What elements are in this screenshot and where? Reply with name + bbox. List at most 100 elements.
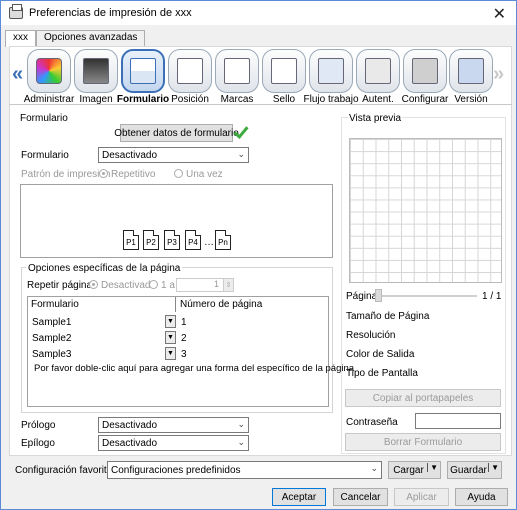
favorites-value: Configuraciones predefinidos <box>111 464 241 476</box>
page-icon: P2 <box>143 230 159 250</box>
page-icon: P3 <box>164 230 180 250</box>
epilogo-select[interactable]: Desactivado ⌄ <box>98 435 249 451</box>
radio-icon <box>149 280 158 289</box>
function-toolbar: Administrar Imagen Formulario Posición M… <box>24 47 495 107</box>
save-button[interactable]: Guardar ▼ <box>447 461 502 479</box>
chevron-down-icon: ⌄ <box>237 419 245 429</box>
page-label: Pn <box>218 238 228 247</box>
favorites-label: Configuración favorita <box>15 465 113 476</box>
page-slider-track <box>375 295 477 297</box>
save-dropdown-icon[interactable]: ▼ <box>488 463 499 472</box>
repeat-count-spinner[interactable]: 1 <box>176 278 224 292</box>
toolbar-button-administrar[interactable] <box>27 49 71 93</box>
page-count: 1 / 1 <box>482 291 502 302</box>
repeat-option-range-label: 1 a <box>161 280 175 291</box>
delete-form-button[interactable]: Borrar Formulario <box>345 433 501 451</box>
epilogo-label: Epílogo <box>21 438 55 449</box>
scroll-left-icon[interactable]: « <box>12 63 23 86</box>
table-row-name[interactable]: Sample2 <box>32 333 71 344</box>
chevron-down-icon[interactable]: ▼ <box>165 331 176 344</box>
radio-icon <box>89 280 98 289</box>
chevron-down-icon: ⌄ <box>370 463 378 473</box>
column-header-formulario[interactable]: Formulario <box>31 299 79 310</box>
preview-grid <box>349 138 502 283</box>
password-label: Contraseña <box>346 417 398 428</box>
chevron-down-icon[interactable]: ▼ <box>165 347 176 360</box>
toolbar-button-flujo-trabajo[interactable] <box>309 49 353 93</box>
toolbar-button-marcas[interactable] <box>215 49 259 93</box>
add-form-hint[interactable]: Por favor doble-clic aquí para agregar u… <box>34 363 354 374</box>
close-icon[interactable]: ✕ <box>493 4 506 24</box>
chevron-down-icon: ⌄ <box>237 437 245 447</box>
prologo-select[interactable]: Desactivado ⌄ <box>98 417 249 433</box>
formulario-select[interactable]: Desactivado ⌄ <box>98 147 249 163</box>
save-label: Guardar <box>450 464 487 476</box>
apply-button[interactable]: Aplicar <box>394 488 449 506</box>
get-form-data-button[interactable]: Obtener datos de formulario <box>114 124 239 142</box>
imagen-icon <box>83 58 109 84</box>
table-row-page[interactable]: 1 <box>181 317 187 328</box>
table-row-page[interactable]: 2 <box>181 333 187 344</box>
paper-size-label: Tamaño de Página <box>346 311 430 322</box>
table-row-name[interactable]: Sample3 <box>32 349 71 360</box>
version-icon <box>458 58 484 84</box>
page-label: P2 <box>146 238 156 247</box>
repeat-option-desactivado[interactable]: Desactivado <box>89 280 156 291</box>
toolbar-button-imagen[interactable] <box>74 49 118 93</box>
epilogo-value: Desactivado <box>102 437 158 449</box>
posicion-icon <box>177 58 203 84</box>
formulario-icon <box>130 58 156 84</box>
screen-type-label: Tipo de Pantalla <box>346 368 418 379</box>
administrar-icon <box>36 58 62 84</box>
load-dropdown-icon[interactable]: ▼ <box>427 463 438 472</box>
chevron-down-icon[interactable]: ▼ <box>165 315 176 328</box>
prologo-value: Desactivado <box>102 419 158 431</box>
tab-xxx[interactable]: xxx <box>5 30 36 47</box>
repeat-pages-label: Repetir páginas <box>27 280 98 291</box>
table-row-page[interactable]: 3 <box>181 349 187 360</box>
ok-button[interactable]: Aceptar <box>272 488 326 506</box>
load-label: Cargar <box>393 464 424 476</box>
print-pattern-label: Patrón de impresión <box>21 169 111 180</box>
radio-icon <box>99 169 108 178</box>
preview-title: Vista previa <box>348 113 403 124</box>
tab-opciones-avanzadas[interactable]: Opciones avanzadas <box>36 30 146 46</box>
ellipsis: … <box>204 237 214 248</box>
formulario-label: Formulario <box>21 150 69 161</box>
marcas-icon <box>224 58 250 84</box>
resolution-label: Resolución <box>346 330 396 341</box>
repeat-option-desactivado-label: Desactivado <box>101 280 157 291</box>
pattern-preview-box: P1 P2 P3 P4 … Pn <box>20 184 333 258</box>
toolbar-button-autent[interactable] <box>356 49 400 93</box>
toolbar-button-posicion[interactable] <box>168 49 212 93</box>
toolbar-button-configurar[interactable] <box>403 49 447 93</box>
spinner-arrows-icon[interactable]: ⇕ <box>223 278 234 292</box>
printer-icon <box>9 4 23 19</box>
form-table: Formulario Número de página Sample1 ▼ 1 … <box>27 296 354 407</box>
tab-bar: xxx Opciones avanzadas <box>5 30 146 47</box>
page-label: P4 <box>188 238 198 247</box>
cancel-button[interactable]: Cancelar <box>333 488 388 506</box>
page-icon: P4 <box>185 230 201 250</box>
page-slider-thumb[interactable] <box>375 289 382 302</box>
password-field[interactable] <box>415 413 501 429</box>
copy-to-clipboard-button[interactable]: Copiar al portapapeles <box>345 389 501 407</box>
pattern-option-una-vez[interactable]: Una vez <box>174 169 223 180</box>
page-icon: P1 <box>123 230 139 250</box>
flujo-trabajo-icon <box>318 58 344 84</box>
column-header-page[interactable]: Número de página <box>180 299 262 310</box>
window-title: Preferencias de impresión de xxx <box>29 7 192 19</box>
page-icon: Pn <box>215 230 231 250</box>
toolbar-button-formulario[interactable] <box>121 49 165 93</box>
page-label: P3 <box>167 238 177 247</box>
page-label: Página <box>346 291 378 302</box>
help-button[interactable]: Ayuda <box>455 488 508 506</box>
pattern-option-repetitivo[interactable]: Repetitivo <box>99 169 155 180</box>
toolbar-button-version[interactable] <box>449 49 493 93</box>
toolbar-button-sello[interactable] <box>262 49 306 93</box>
load-button[interactable]: Cargar ▼ <box>388 461 441 479</box>
repeat-option-range[interactable]: 1 a <box>149 280 175 291</box>
favorites-select[interactable]: Configuraciones predefinidos ⌄ <box>107 461 382 479</box>
table-row-name[interactable]: Sample1 <box>32 317 71 328</box>
autent-icon <box>365 58 391 84</box>
